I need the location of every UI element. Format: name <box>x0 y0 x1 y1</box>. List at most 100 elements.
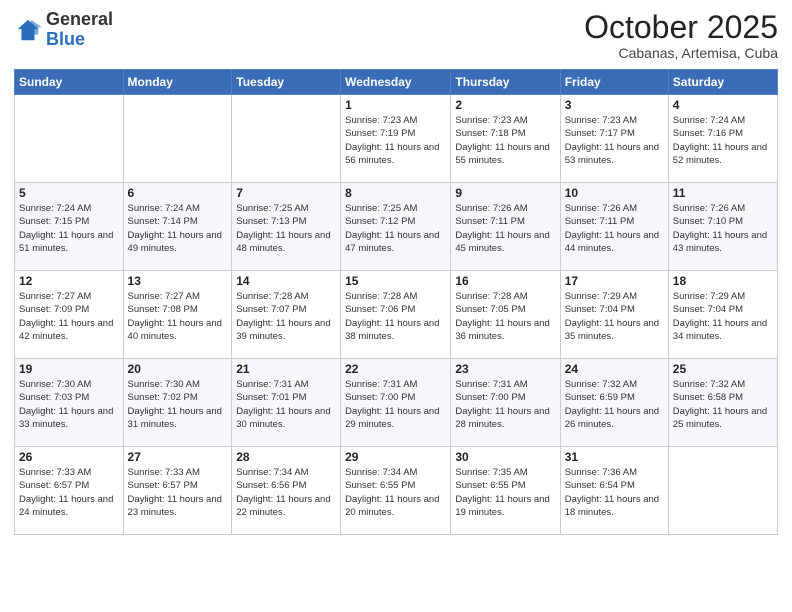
day-info: Sunrise: 7:31 AM Sunset: 7:00 PM Dayligh… <box>345 378 446 431</box>
calendar-cell: 1 Sunrise: 7:23 AM Sunset: 7:19 PM Daylig… <box>341 95 451 183</box>
day-number: 26 <box>19 450 119 464</box>
day-number: 8 <box>345 186 446 200</box>
day-info: Sunrise: 7:25 AM Sunset: 7:12 PM Dayligh… <box>345 202 446 255</box>
day-number: 1 <box>345 98 446 112</box>
day-number: 15 <box>345 274 446 288</box>
calendar-cell: 30 Sunrise: 7:35 AM Sunset: 6:55 PM Dayli… <box>451 447 560 535</box>
day-number: 29 <box>345 450 446 464</box>
day-info: Sunrise: 7:26 AM Sunset: 7:10 PM Dayligh… <box>673 202 773 255</box>
day-info: Sunrise: 7:31 AM Sunset: 7:01 PM Dayligh… <box>236 378 336 431</box>
calendar-table: SundayMondayTuesdayWednesdayThursdayFrid… <box>14 69 778 535</box>
calendar-cell: 5 Sunrise: 7:24 AM Sunset: 7:15 PM Daylig… <box>15 183 124 271</box>
day-info: Sunrise: 7:32 AM Sunset: 6:59 PM Dayligh… <box>565 378 664 431</box>
logo-text: General Blue <box>46 10 113 50</box>
day-number: 4 <box>673 98 773 112</box>
calendar-cell: 31 Sunrise: 7:36 AM Sunset: 6:54 PM Dayli… <box>560 447 668 535</box>
header: General Blue October 2025 Cabanas, Artem… <box>14 10 778 61</box>
day-info: Sunrise: 7:35 AM Sunset: 6:55 PM Dayligh… <box>455 466 555 519</box>
weekday-header-saturday: Saturday <box>668 70 777 95</box>
day-info: Sunrise: 7:23 AM Sunset: 7:19 PM Dayligh… <box>345 114 446 167</box>
calendar-cell <box>668 447 777 535</box>
calendar-cell: 29 Sunrise: 7:34 AM Sunset: 6:55 PM Dayli… <box>341 447 451 535</box>
day-number: 18 <box>673 274 773 288</box>
day-number: 17 <box>565 274 664 288</box>
calendar-cell: 18 Sunrise: 7:29 AM Sunset: 7:04 PM Dayli… <box>668 271 777 359</box>
logo-general: General <box>46 9 113 29</box>
day-number: 20 <box>128 362 228 376</box>
calendar-cell: 13Sunrise: 7:27 AM Sunset: 7:08 PM Dayli… <box>123 271 232 359</box>
calendar-cell: 2 Sunrise: 7:23 AM Sunset: 7:18 PM Daylig… <box>451 95 560 183</box>
day-number: 6 <box>128 186 228 200</box>
logo: General Blue <box>14 10 113 50</box>
calendar-cell <box>123 95 232 183</box>
day-number: 5 <box>19 186 119 200</box>
calendar-cell: 4Sunrise: 7:24 AM Sunset: 7:16 PM Daylig… <box>668 95 777 183</box>
logo-blue: Blue <box>46 29 85 49</box>
calendar-cell: 20 Sunrise: 7:30 AM Sunset: 7:02 PM Dayli… <box>123 359 232 447</box>
weekday-header-monday: Monday <box>123 70 232 95</box>
calendar-cell: 10 Sunrise: 7:26 AM Sunset: 7:11 PM Dayli… <box>560 183 668 271</box>
calendar-cell: 16 Sunrise: 7:28 AM Sunset: 7:05 PM Dayli… <box>451 271 560 359</box>
day-info: Sunrise: 7:34 AM Sunset: 6:55 PM Dayligh… <box>345 466 446 519</box>
month-title: October 2025 <box>584 10 778 45</box>
calendar-cell: 28Sunrise: 7:34 AM Sunset: 6:56 PM Dayli… <box>232 447 341 535</box>
calendar-cell: 22 Sunrise: 7:31 AM Sunset: 7:00 PM Dayli… <box>341 359 451 447</box>
weekday-header-row: SundayMondayTuesdayWednesdayThursdayFrid… <box>15 70 778 95</box>
day-info: Sunrise: 7:24 AM Sunset: 7:15 PM Dayligh… <box>19 202 119 255</box>
calendar-cell: 19 Sunrise: 7:30 AM Sunset: 7:03 PM Dayli… <box>15 359 124 447</box>
day-number: 25 <box>673 362 773 376</box>
day-info: Sunrise: 7:25 AM Sunset: 7:13 PM Dayligh… <box>236 202 336 255</box>
day-info: Sunrise: 7:24 AM Sunset: 7:14 PM Dayligh… <box>128 202 228 255</box>
day-number: 19 <box>19 362 119 376</box>
day-number: 10 <box>565 186 664 200</box>
day-info: Sunrise: 7:29 AM Sunset: 7:04 PM Dayligh… <box>565 290 664 343</box>
day-info: Sunrise: 7:36 AM Sunset: 6:54 PM Dayligh… <box>565 466 664 519</box>
calendar-cell: 12Sunrise: 7:27 AM Sunset: 7:09 PM Dayli… <box>15 271 124 359</box>
weekday-header-thursday: Thursday <box>451 70 560 95</box>
day-info: Sunrise: 7:30 AM Sunset: 7:02 PM Dayligh… <box>128 378 228 431</box>
location-subtitle: Cabanas, Artemisa, Cuba <box>584 45 778 61</box>
calendar-cell <box>232 95 341 183</box>
day-number: 22 <box>345 362 446 376</box>
calendar-cell: 24Sunrise: 7:32 AM Sunset: 6:59 PM Dayli… <box>560 359 668 447</box>
day-number: 21 <box>236 362 336 376</box>
calendar-week-1: 1 Sunrise: 7:23 AM Sunset: 7:19 PM Daylig… <box>15 95 778 183</box>
day-number: 11 <box>673 186 773 200</box>
day-number: 3 <box>565 98 664 112</box>
day-number: 23 <box>455 362 555 376</box>
weekday-header-wednesday: Wednesday <box>341 70 451 95</box>
day-number: 30 <box>455 450 555 464</box>
calendar-cell: 14Sunrise: 7:28 AM Sunset: 7:07 PM Dayli… <box>232 271 341 359</box>
calendar-cell: 26 Sunrise: 7:33 AM Sunset: 6:57 PM Dayli… <box>15 447 124 535</box>
day-info: Sunrise: 7:28 AM Sunset: 7:07 PM Dayligh… <box>236 290 336 343</box>
day-number: 16 <box>455 274 555 288</box>
logo-icon <box>14 16 42 44</box>
title-block: October 2025 Cabanas, Artemisa, Cuba <box>584 10 778 61</box>
day-number: 31 <box>565 450 664 464</box>
calendar-cell: 7 Sunrise: 7:25 AM Sunset: 7:13 PM Daylig… <box>232 183 341 271</box>
calendar-cell: 8 Sunrise: 7:25 AM Sunset: 7:12 PM Daylig… <box>341 183 451 271</box>
day-info: Sunrise: 7:28 AM Sunset: 7:05 PM Dayligh… <box>455 290 555 343</box>
weekday-header-friday: Friday <box>560 70 668 95</box>
day-number: 2 <box>455 98 555 112</box>
day-number: 9 <box>455 186 555 200</box>
day-number: 7 <box>236 186 336 200</box>
calendar-cell: 3 Sunrise: 7:23 AM Sunset: 7:17 PM Daylig… <box>560 95 668 183</box>
day-number: 27 <box>128 450 228 464</box>
calendar-cell: 27 Sunrise: 7:33 AM Sunset: 6:57 PM Dayli… <box>123 447 232 535</box>
day-info: Sunrise: 7:33 AM Sunset: 6:57 PM Dayligh… <box>128 466 228 519</box>
day-info: Sunrise: 7:29 AM Sunset: 7:04 PM Dayligh… <box>673 290 773 343</box>
day-info: Sunrise: 7:26 AM Sunset: 7:11 PM Dayligh… <box>565 202 664 255</box>
day-info: Sunrise: 7:30 AM Sunset: 7:03 PM Dayligh… <box>19 378 119 431</box>
calendar-cell: 9 Sunrise: 7:26 AM Sunset: 7:11 PM Daylig… <box>451 183 560 271</box>
day-info: Sunrise: 7:33 AM Sunset: 6:57 PM Dayligh… <box>19 466 119 519</box>
day-info: Sunrise: 7:23 AM Sunset: 7:17 PM Dayligh… <box>565 114 664 167</box>
day-info: Sunrise: 7:26 AM Sunset: 7:11 PM Dayligh… <box>455 202 555 255</box>
calendar-week-5: 26 Sunrise: 7:33 AM Sunset: 6:57 PM Dayli… <box>15 447 778 535</box>
calendar-week-2: 5 Sunrise: 7:24 AM Sunset: 7:15 PM Daylig… <box>15 183 778 271</box>
calendar-cell <box>15 95 124 183</box>
calendar-week-3: 12Sunrise: 7:27 AM Sunset: 7:09 PM Dayli… <box>15 271 778 359</box>
day-info: Sunrise: 7:23 AM Sunset: 7:18 PM Dayligh… <box>455 114 555 167</box>
day-number: 13 <box>128 274 228 288</box>
day-number: 28 <box>236 450 336 464</box>
